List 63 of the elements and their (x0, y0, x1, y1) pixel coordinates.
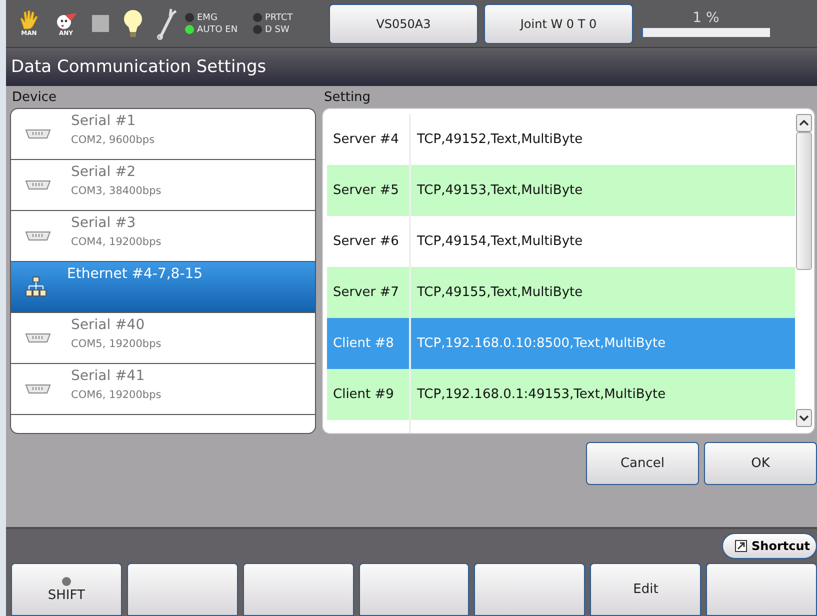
device-item[interactable]: Serial #40 COM5, 19200bps (11, 313, 315, 364)
scrollbar[interactable] (795, 114, 812, 427)
shortcut-icon (734, 540, 747, 552)
device-name: Serial #40 (71, 317, 146, 333)
device-detail: COM5, 19200bps (71, 338, 162, 350)
indicator-label: PRTCT (265, 12, 293, 22)
device-item[interactable]: Ethernet #4-7,8-15 (11, 262, 315, 313)
setting-value: TCP,49155,Text,MultiByte (416, 285, 583, 300)
coordinate-button[interactable]: Joint W 0 T 0 (484, 4, 633, 44)
network-icon (25, 276, 47, 298)
device-detail: COM2, 9600bps (71, 134, 155, 146)
shortcut-button[interactable]: Shortcut (722, 533, 817, 559)
scroll-down-icon[interactable] (796, 409, 812, 427)
setting-value: TCP,192.168.0.10:8500,Text,MultiByte (416, 336, 666, 351)
serial-port-icon (25, 333, 51, 343)
setting-value: TCP,49154,Text,MultiByte (416, 234, 583, 249)
device-name: Serial #1 (71, 113, 137, 129)
column-heading: Setting (323, 90, 372, 107)
setting-name: Server #5 (327, 165, 411, 216)
setting-value: TCP,49152,Text,MultiByte (416, 132, 583, 147)
function-key[interactable] (474, 563, 586, 616)
serial-port-icon (25, 180, 51, 190)
device-name: Serial #41 (71, 368, 146, 384)
indicator-label: D SW (265, 24, 290, 34)
indicator-label: AUTO EN (197, 24, 238, 34)
setting-row[interactable]: Server #7 TCP,49155,Text,MultiByte (327, 267, 795, 318)
setting-row[interactable]: Client #9 TCP,192.168.0.1:49153,Text,MultiByte (327, 369, 795, 420)
device-detail: COM4, 19200bps (71, 236, 162, 248)
serial-port-icon (25, 384, 51, 394)
column-heading: Device (11, 90, 58, 107)
scroll-up-icon[interactable] (796, 114, 812, 132)
square-icon (92, 15, 109, 32)
face-icon (54, 10, 78, 30)
serial-port-icon (25, 231, 51, 241)
function-key[interactable]: SHIFT (11, 563, 122, 616)
device-name: Serial #3 (71, 215, 137, 231)
function-key[interactable] (706, 563, 817, 616)
setting-value: TCP,192.168.0.1:49153,Text,MultiByte (416, 387, 666, 402)
speed-reading: 1 % (692, 10, 720, 26)
window-title: Data Communication Settings (11, 57, 266, 77)
scroll-thumb[interactable] (796, 132, 812, 270)
setting-row[interactable]: Server #5 TCP,49153,Text,MultiByte (327, 165, 795, 216)
wrench-icon (157, 8, 177, 40)
dialog-button[interactable]: OK (704, 442, 817, 485)
device-detail: COM3, 38400bps (71, 185, 162, 197)
indicator-label: EMG (197, 12, 218, 22)
hand-icon (18, 10, 40, 30)
device-detail: COM6, 19200bps (71, 389, 162, 401)
function-key[interactable] (126, 563, 238, 616)
robot-button[interactable]: VS050A3 (329, 4, 478, 44)
lightbulb-icon (123, 8, 143, 38)
dialog-button[interactable]: Cancel (586, 442, 699, 485)
device-name: Ethernet #4-7,8-15 (67, 266, 203, 282)
function-key[interactable]: Edit (590, 563, 702, 616)
setting-name: Client #9 (327, 369, 411, 420)
device-item[interactable]: Serial #2 COM3, 38400bps (11, 160, 315, 211)
setting-value: TCP,49153,Text,MultiByte (416, 183, 583, 198)
function-key[interactable] (358, 563, 470, 616)
serial-port-icon (25, 129, 51, 139)
device-item[interactable]: Serial #1 COM2, 9600bps (11, 109, 315, 160)
function-key[interactable] (242, 563, 354, 616)
device-name: Serial #2 (71, 164, 137, 180)
device-item[interactable]: Serial #41 COM6, 19200bps (11, 364, 315, 415)
